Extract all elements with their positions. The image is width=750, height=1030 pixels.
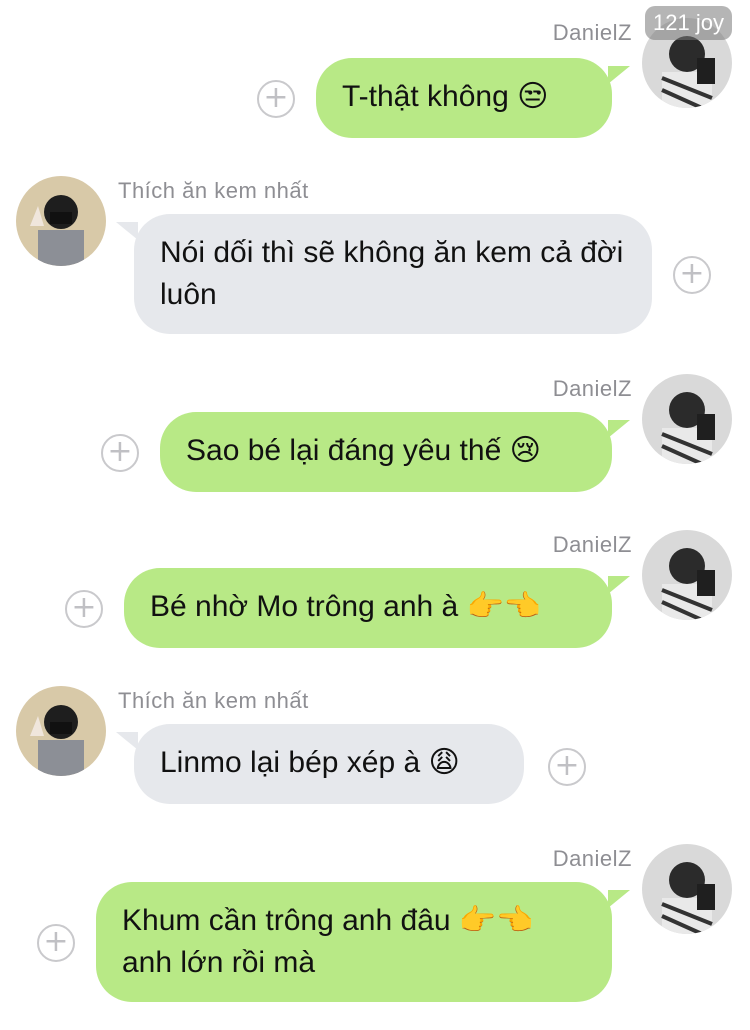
avatar-danielz[interactable] [642, 844, 732, 934]
sender-name: DanielZ [552, 846, 632, 871]
bubble-tail [608, 420, 630, 438]
bubble-tail [116, 222, 138, 240]
bubble-tail [608, 890, 630, 908]
bubble-tail [116, 732, 138, 750]
bubble-tail [608, 576, 630, 594]
sender-name: DanielZ [552, 376, 632, 401]
add-reaction-icon[interactable]: + [548, 748, 586, 786]
avatar-danielz[interactable] [642, 374, 732, 464]
message-bubble[interactable]: Khum cần trông anh đâu 👉👈 anh lớn rồi mà [96, 882, 612, 1002]
sender-name: Thích ăn kem nhất [118, 688, 309, 713]
sender-name: Thích ăn kem nhất [118, 178, 309, 203]
avatar-danielz[interactable] [642, 530, 732, 620]
add-reaction-icon[interactable]: + [673, 256, 711, 294]
avatar-thich-an-kem-nhat[interactable] [16, 686, 106, 776]
watermark-badge: 121 joy [645, 6, 732, 40]
bubble-tail [608, 66, 630, 84]
sender-name: DanielZ [552, 532, 632, 557]
add-reaction-icon[interactable]: + [65, 590, 103, 628]
add-reaction-icon[interactable]: + [37, 924, 75, 962]
message-bubble[interactable]: Sao bé lại đáng yêu thế 😢 [160, 412, 612, 492]
add-reaction-icon[interactable]: + [101, 434, 139, 472]
message-bubble[interactable]: Nói dối thì sẽ không ăn kem cả đời luôn [134, 214, 652, 334]
message-bubble[interactable]: Linmo lại bép xép à 😩 [134, 724, 524, 804]
sender-name: DanielZ [552, 20, 632, 45]
add-reaction-icon[interactable]: + [257, 80, 295, 118]
message-bubble[interactable]: T-thật không 😒 [316, 58, 612, 138]
message-bubble[interactable]: Bé nhờ Mo trông anh à 👉👈 [124, 568, 612, 648]
avatar-thich-an-kem-nhat[interactable] [16, 176, 106, 266]
